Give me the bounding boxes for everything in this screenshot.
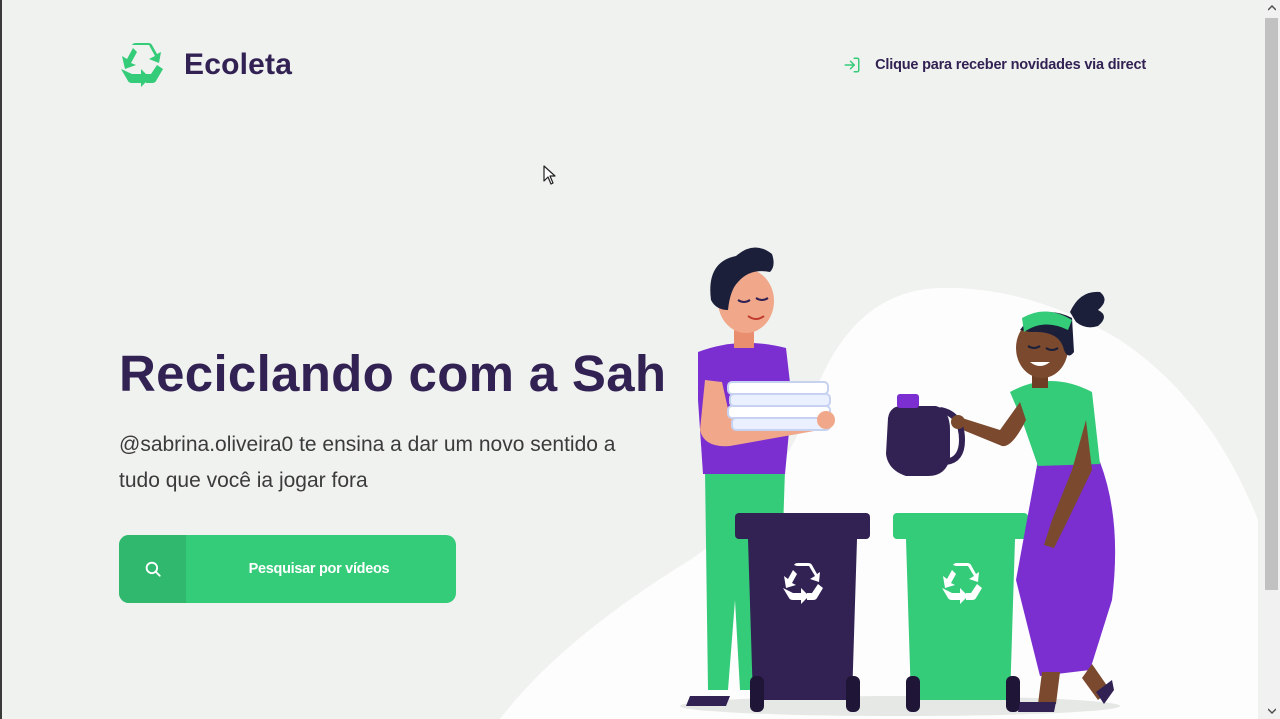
brand-name: Ecoleta: [184, 48, 293, 81]
log-in-icon: [844, 57, 860, 73]
site-header: Ecoleta Clique para receber novidades vi…: [119, 43, 1149, 89]
scrollbar-thumb[interactable]: [1265, 18, 1278, 590]
dark-recycling-bin: [735, 513, 870, 712]
scroll-down-button[interactable]: [1263, 703, 1280, 719]
search-icon-box: [119, 535, 186, 603]
search-videos-button[interactable]: Pesquisar por vídeos: [119, 535, 456, 603]
scroll-up-button[interactable]: [1263, 0, 1280, 16]
page-scrollbar[interactable]: [1263, 0, 1280, 719]
mouse-cursor-icon: [543, 165, 556, 185]
logo[interactable]: Ecoleta: [119, 43, 292, 87]
green-recycling-bin: [893, 513, 1028, 712]
search-button-label: Pesquisar por vídeos: [248, 561, 390, 577]
window-edge: [0, 0, 2, 719]
chevron-down-icon: [1267, 708, 1276, 714]
direct-news-link[interactable]: Clique para receber novidades via direct: [843, 56, 1146, 74]
recycle-icon: [121, 43, 163, 87]
search-icon: [145, 561, 161, 577]
chevron-up-icon: [1267, 5, 1276, 11]
recycling-illustration: [500, 247, 1258, 719]
direct-link-label: Clique para receber novidades via direct: [875, 57, 1146, 73]
